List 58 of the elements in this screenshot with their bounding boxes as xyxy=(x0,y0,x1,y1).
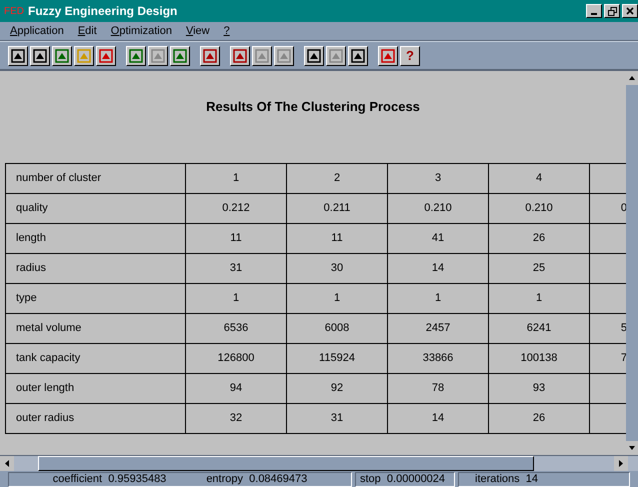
table-cell: 41 xyxy=(388,224,489,254)
app-logo: FED xyxy=(4,4,24,18)
help-button[interactable]: ? xyxy=(400,46,420,66)
table-cell: 100138 xyxy=(489,344,590,374)
table-cell: 0.210 xyxy=(388,194,489,224)
table-cell: 1 xyxy=(287,284,388,314)
row-label: radius xyxy=(6,254,186,284)
table-cell: 31 xyxy=(287,404,388,434)
table-cell: 30 xyxy=(287,254,388,284)
row-label: quality xyxy=(6,194,186,224)
table-cell: 3 xyxy=(388,164,489,194)
table-cell: 1 xyxy=(388,284,489,314)
menu-item[interactable]: Application xyxy=(10,22,64,40)
table-cell: 31 xyxy=(186,254,287,284)
table-cell: 0.211 xyxy=(287,194,388,224)
menu-item[interactable]: ? xyxy=(224,22,230,40)
table-cell: 115924 xyxy=(287,344,388,374)
table-cell: 2457 xyxy=(388,314,489,344)
table-cell: 93 xyxy=(489,374,590,404)
table-cell: 26 xyxy=(489,224,590,254)
table-cell: 11 xyxy=(287,224,388,254)
table-cell: 26 xyxy=(489,404,590,434)
table-cell: 14 xyxy=(388,404,489,434)
table-cell: 2 xyxy=(287,164,388,194)
table-cell: 6241 xyxy=(489,314,590,344)
status-text: coefficient 0.95935483 xyxy=(52,472,166,487)
table-cell: 78 xyxy=(388,374,489,404)
table-cell: 94 xyxy=(186,374,287,404)
table-cell: 0.210 xyxy=(489,194,590,224)
window-title: Fuzzy Engineering Design xyxy=(28,3,178,20)
menu-item[interactable]: View xyxy=(186,22,210,40)
table-cell: 0.212 xyxy=(186,194,287,224)
table-cell: 92 xyxy=(287,374,388,404)
status-text: iterations 14 xyxy=(475,472,538,487)
table-cell: 1 xyxy=(489,284,590,314)
row-label: tank capacity xyxy=(6,344,186,374)
row-label: type xyxy=(6,284,186,314)
table-cell: 6008 xyxy=(287,314,388,344)
row-label: length xyxy=(6,224,186,254)
row-label: outer radius xyxy=(6,404,186,434)
table-cell: 33866 xyxy=(388,344,489,374)
status-text: entropy 0.08469473 xyxy=(206,472,308,487)
results-heading: Results Of The Clustering Process xyxy=(206,99,420,114)
table-cell: 1 xyxy=(186,164,287,194)
table-cell: 25 xyxy=(489,254,590,284)
row-label: metal volume xyxy=(6,314,186,344)
menu-item[interactable]: Optimization xyxy=(110,22,172,40)
status-text: stop 0.00000024 xyxy=(360,472,446,487)
row-label: number of cluster xyxy=(6,164,186,194)
table-cell: 32 xyxy=(186,404,287,434)
table-cell: 126800 xyxy=(186,344,287,374)
table-cell: 4 xyxy=(489,164,590,194)
table-cell: 11 xyxy=(186,224,287,254)
table-cell: 14 xyxy=(388,254,489,284)
menu-item[interactable]: Edit xyxy=(78,22,97,40)
table-cell: 1 xyxy=(186,284,287,314)
table-cell: 6536 xyxy=(186,314,287,344)
row-label: outer length xyxy=(6,374,186,404)
